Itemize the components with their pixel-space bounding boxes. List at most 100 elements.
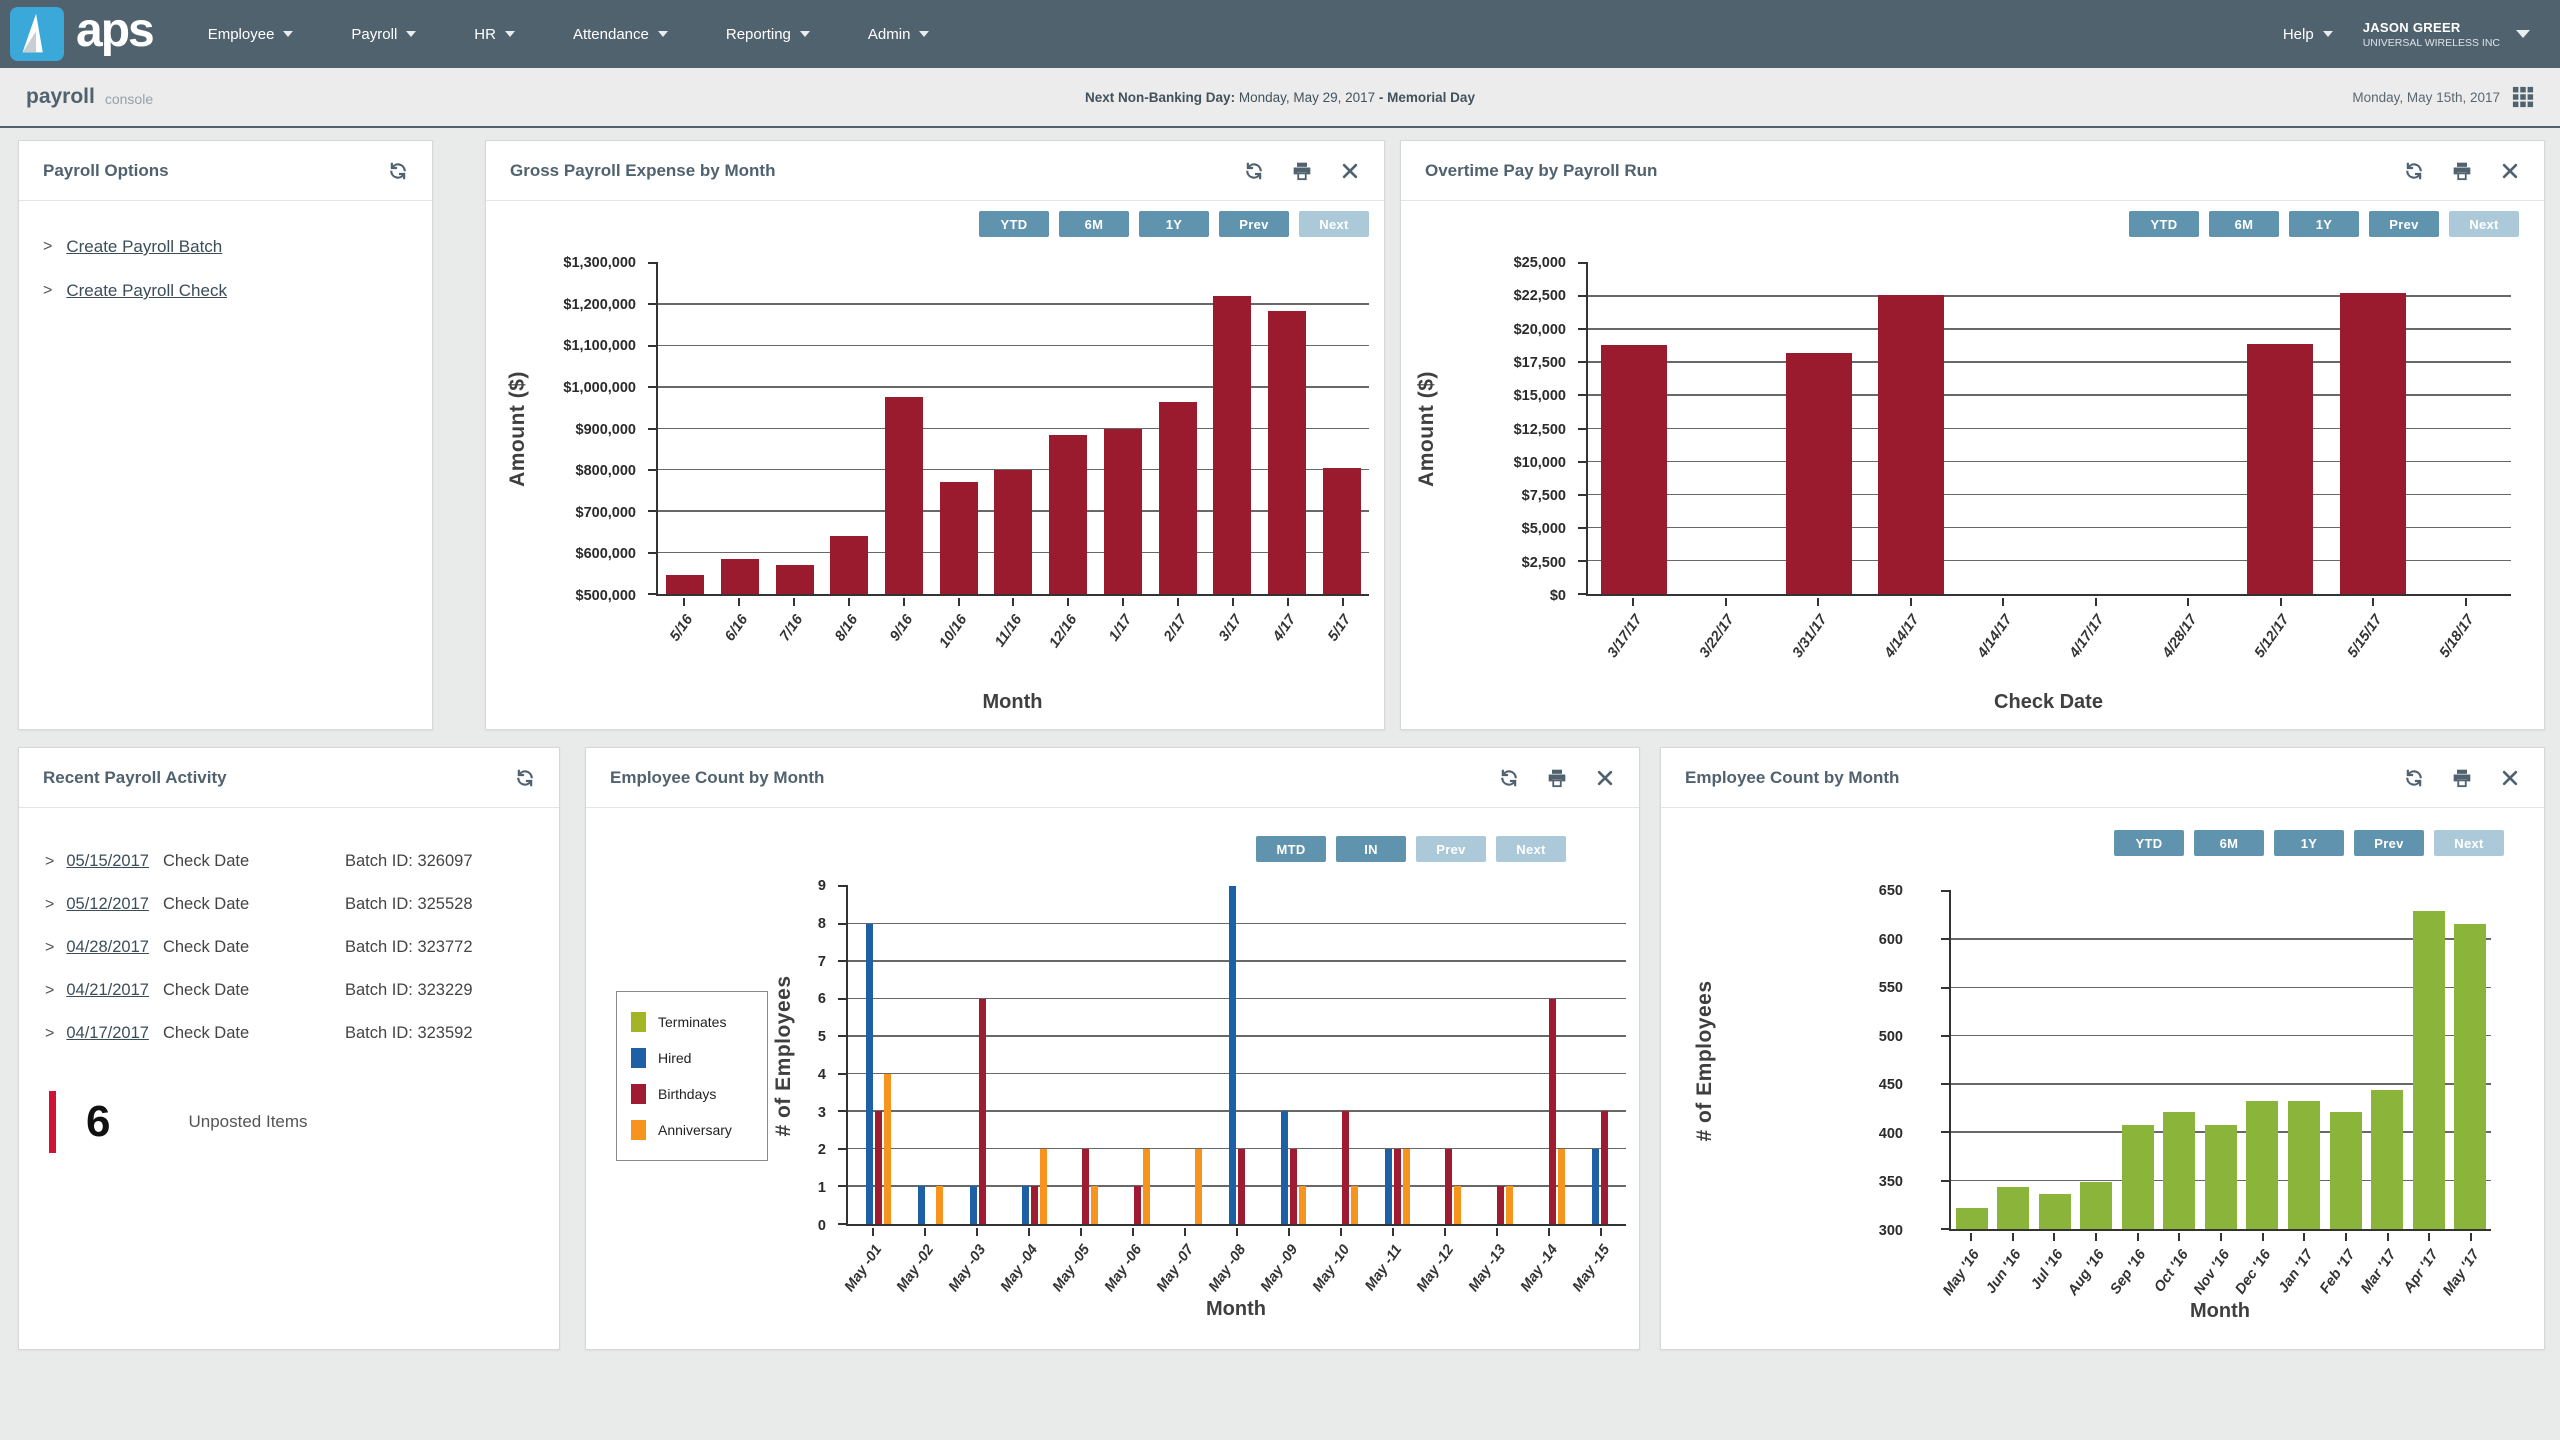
- y-tick-label: 8: [818, 916, 826, 932]
- bar: [1956, 1208, 1988, 1229]
- nav-item-payroll[interactable]: Payroll: [351, 26, 416, 43]
- range-button-prev[interactable]: Prev: [1219, 211, 1289, 237]
- activity-date-link[interactable]: 04/17/2017: [66, 1024, 149, 1043]
- nav-item-reporting[interactable]: Reporting: [726, 26, 810, 43]
- link-create-payroll-check[interactable]: Create Payroll Check: [66, 281, 227, 301]
- refresh-icon[interactable]: [515, 768, 535, 788]
- help-menu[interactable]: Help: [2283, 26, 2333, 43]
- x-tick: 4/17/17: [2049, 598, 2142, 693]
- x-tick: 12/16: [1040, 598, 1095, 693]
- bar-slot: [2408, 891, 2450, 1229]
- y-tick-mark: [648, 345, 658, 347]
- range-button-prev[interactable]: Prev: [1416, 836, 1486, 862]
- chevron-down-icon: [2516, 30, 2530, 38]
- close-icon[interactable]: [1340, 161, 1360, 181]
- y-tick-mark: [1578, 394, 1588, 396]
- legend-label: Anniversary: [658, 1122, 732, 1138]
- activity-date-link[interactable]: 05/15/2017: [66, 852, 149, 871]
- print-icon[interactable]: [1547, 768, 1567, 788]
- range-button-next[interactable]: Next: [2449, 211, 2519, 237]
- y-tick-label: $1,300,000: [563, 255, 636, 271]
- refresh-icon[interactable]: [388, 161, 408, 181]
- activity-row: >04/21/2017Check DateBatch ID: 323229: [45, 969, 559, 1012]
- y-tick-label: $900,000: [576, 422, 636, 438]
- print-icon[interactable]: [2452, 161, 2472, 181]
- close-icon[interactable]: [2500, 768, 2520, 788]
- legend-item-birthdays: Birthdays: [631, 1076, 753, 1112]
- y-tick-mark: [838, 1148, 848, 1150]
- refresh-icon[interactable]: [2404, 161, 2424, 181]
- bar-birthdays: [875, 1111, 882, 1224]
- refresh-icon[interactable]: [2404, 768, 2424, 788]
- bar-slot: [1211, 886, 1263, 1224]
- range-button-ytd[interactable]: YTD: [2114, 830, 2184, 856]
- refresh-icon[interactable]: [1244, 161, 1264, 181]
- activity-date-link[interactable]: 04/28/2017: [66, 938, 149, 957]
- x-tick-label: 4/14/17: [1974, 612, 2015, 661]
- link-create-payroll-batch[interactable]: Create Payroll Batch: [66, 237, 222, 257]
- print-icon[interactable]: [2452, 768, 2472, 788]
- x-tick: 5/15/17: [2326, 598, 2419, 693]
- bar: [2454, 924, 2486, 1229]
- chevron-down-icon: [406, 31, 416, 37]
- nav-item-hr[interactable]: HR: [474, 26, 515, 43]
- bar-hired: [1229, 886, 1236, 1224]
- bar: [2039, 1194, 2071, 1229]
- range-button-next[interactable]: Next: [1496, 836, 1566, 862]
- range-button-1y[interactable]: 1Y: [2274, 830, 2344, 856]
- range-button-in[interactable]: IN: [1336, 836, 1406, 862]
- activity-type: Check Date: [163, 895, 249, 914]
- x-tick-label: 8/16: [832, 612, 861, 644]
- y-tick-mark: [1941, 1083, 1951, 1085]
- range-button-next[interactable]: Next: [1299, 211, 1369, 237]
- bar-birthdays: [1445, 1149, 1452, 1224]
- bar-slot: [1367, 886, 1419, 1224]
- y-tick-mark: [838, 1035, 848, 1037]
- x-tick-label: Apr '17: [2401, 1247, 2442, 1296]
- unposted-accent-bar: [49, 1091, 56, 1153]
- chevron-right-icon: >: [43, 282, 52, 300]
- print-icon[interactable]: [1292, 161, 1312, 181]
- x-tick-label: May -05: [1049, 1242, 1093, 1295]
- grid-icon[interactable]: [2512, 86, 2534, 108]
- nav-item-label: Admin: [868, 26, 911, 43]
- nav-item-admin[interactable]: Admin: [868, 26, 930, 43]
- range-button-mtd[interactable]: MTD: [1256, 836, 1326, 862]
- close-icon[interactable]: [2500, 161, 2520, 181]
- refresh-icon[interactable]: [1499, 768, 1519, 788]
- range-button-ytd[interactable]: YTD: [979, 211, 1049, 237]
- range-button-ytd[interactable]: YTD: [2129, 211, 2199, 237]
- range-button-6m[interactable]: 6M: [2209, 211, 2279, 237]
- bar-anniversary: [1091, 1186, 1098, 1224]
- x-tick-label: 3/17/17: [1604, 612, 1645, 661]
- range-button-1y[interactable]: 1Y: [1139, 211, 1209, 237]
- close-icon[interactable]: [1595, 768, 1615, 788]
- y-tick-mark: [1578, 361, 1588, 363]
- range-button-next[interactable]: Next: [2434, 830, 2504, 856]
- aps-logo-icon[interactable]: [10, 7, 64, 61]
- range-button-prev[interactable]: Prev: [2354, 830, 2424, 856]
- x-tick-label: May -10: [1309, 1242, 1353, 1295]
- nav-item-employee[interactable]: Employee: [208, 26, 294, 43]
- employee-count-monthly-chart: YTD6M1YPrevNext # of Employees 650600550…: [1661, 808, 2544, 1349]
- user-menu[interactable]: JASON GREER UNIVERSAL WIRELESS INC: [2363, 20, 2530, 49]
- nav-menu: Employee Payroll HR Attendance Reporting Admi…: [208, 26, 930, 43]
- range-button-6m[interactable]: 6M: [1059, 211, 1129, 237]
- activity-date-link[interactable]: 05/12/2017: [66, 895, 149, 914]
- bar-slot: [1957, 263, 2049, 594]
- range-button-6m[interactable]: 6M: [2194, 830, 2264, 856]
- chevron-down-icon: [283, 31, 293, 37]
- y-tick-label: 6: [818, 991, 826, 1007]
- bar-slot: [1159, 886, 1211, 1224]
- bar: [2413, 911, 2445, 1229]
- range-button-1y[interactable]: 1Y: [2289, 211, 2359, 237]
- y-tick-mark: [1578, 494, 1588, 496]
- nav-item-attendance[interactable]: Attendance: [573, 26, 668, 43]
- activity-type: Check Date: [163, 938, 249, 957]
- bar-slot: [2234, 263, 2326, 594]
- activity-batch-id: Batch ID: 323229: [345, 981, 473, 1000]
- activity-date-link[interactable]: 04/21/2017: [66, 981, 149, 1000]
- y-tick-label: $1,100,000: [563, 338, 636, 354]
- bar-slot: [1205, 263, 1260, 594]
- range-button-prev[interactable]: Prev: [2369, 211, 2439, 237]
